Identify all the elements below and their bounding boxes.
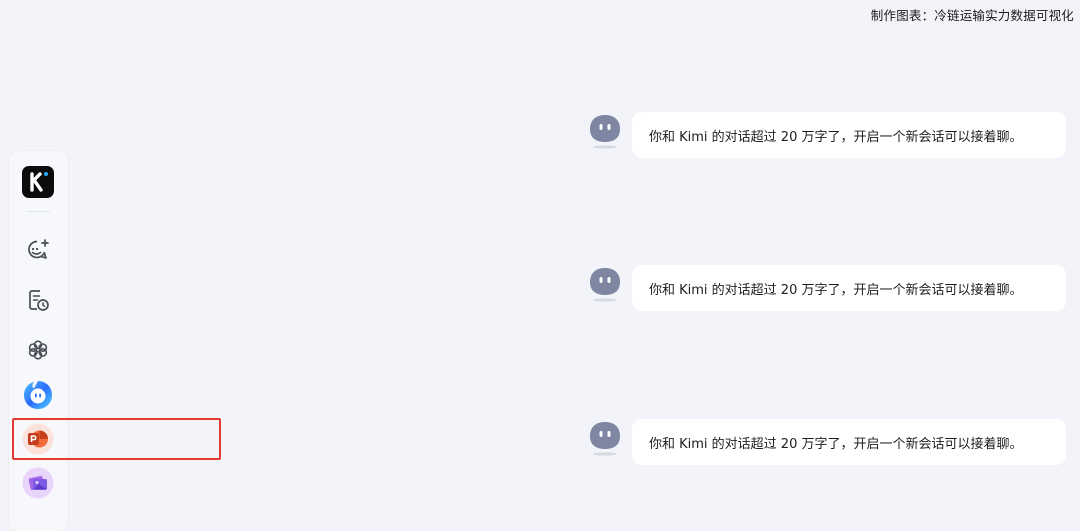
sidebar [9, 151, 68, 531]
explore-icon[interactable] [24, 336, 52, 364]
chat-message: 你和 Kimi 的对话超过 20 万字了，开启一个新会话可以接着聊。 [585, 112, 1067, 160]
kimi-logo-icon[interactable] [22, 166, 54, 198]
kimi-bot-avatar [585, 419, 625, 459]
message-bubble: 你和 Kimi 的对话超过 20 万字了，开启一个新会话可以接着聊。 [632, 112, 1066, 158]
kimi-assistant-icon[interactable] [22, 379, 54, 411]
history-icon[interactable] [24, 286, 52, 314]
image-assistant-icon[interactable] [22, 467, 54, 499]
chat-message: 你和 Kimi 的对话超过 20 万字了，开启一个新会话可以接着聊。 [585, 265, 1067, 313]
chat-title-caption: 制作图表：冷链运输实力数据可视化 [870, 8, 1074, 23]
chat-message: 你和 Kimi 的对话超过 20 万字了，开启一个新会话可以接着聊。 [585, 419, 1067, 467]
ppt-assistant-highlight [12, 418, 221, 460]
new-chat-icon[interactable] [24, 236, 52, 264]
message-bubble: 你和 Kimi 的对话超过 20 万字了，开启一个新会话可以接着聊。 [632, 265, 1066, 311]
message-bubble: 你和 Kimi 的对话超过 20 万字了，开启一个新会话可以接着聊。 [632, 419, 1066, 465]
kimi-bot-avatar [585, 265, 625, 305]
kimi-bot-avatar [585, 112, 625, 152]
sidebar-divider [27, 211, 50, 212]
